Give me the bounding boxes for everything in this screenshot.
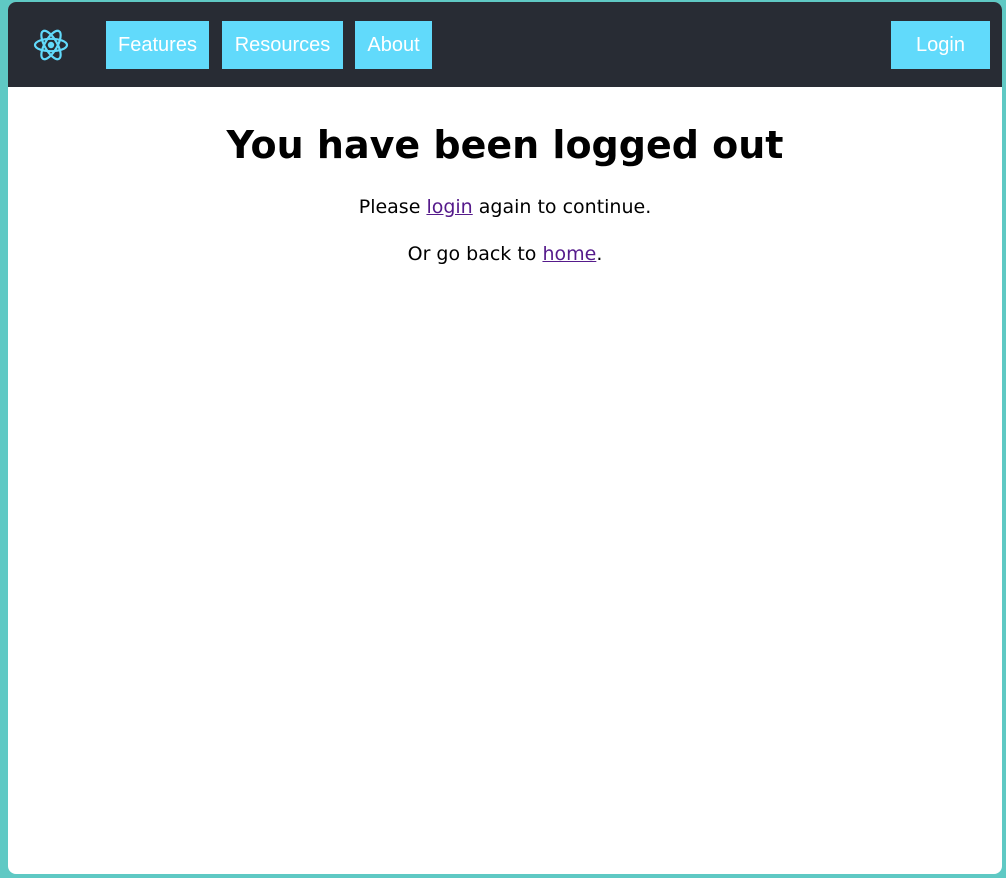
home-message: Or go back to home. bbox=[8, 241, 1002, 267]
page-title: You have been logged out bbox=[226, 123, 784, 167]
main-content: You have been logged out Please login ag… bbox=[8, 87, 1002, 267]
login-link[interactable]: login bbox=[426, 196, 472, 218]
home-message-suffix: . bbox=[596, 243, 603, 265]
nav-about-button[interactable]: About bbox=[355, 21, 432, 69]
react-atom-icon[interactable] bbox=[32, 26, 70, 64]
login-message: Please login again to continue. bbox=[8, 194, 1002, 220]
navbar: Features Resources About Login bbox=[8, 2, 1002, 87]
page: Features Resources About Login You have … bbox=[8, 2, 1002, 874]
login-message-suffix: again to continue. bbox=[472, 196, 652, 218]
nav-resources-button[interactable]: Resources bbox=[222, 21, 343, 69]
login-button[interactable]: Login bbox=[891, 21, 990, 69]
login-message-prefix: Please bbox=[358, 196, 427, 218]
home-message-prefix: Or go back to bbox=[407, 243, 543, 265]
nav-features-button[interactable]: Features bbox=[106, 21, 209, 69]
browser-window: Features Resources About Login You have … bbox=[0, 0, 1006, 878]
home-link[interactable]: home bbox=[542, 243, 596, 265]
